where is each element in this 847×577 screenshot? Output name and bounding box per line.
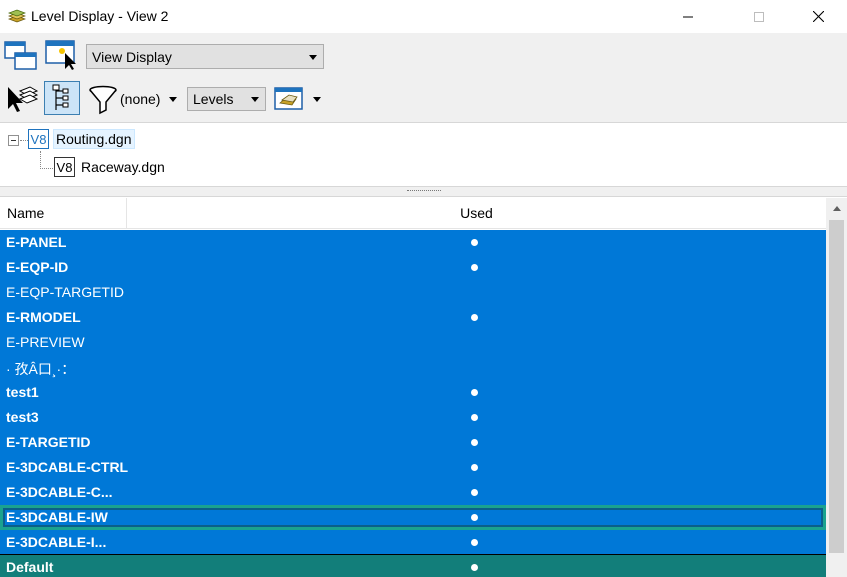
vertical-scrollbar[interactable] <box>826 198 847 577</box>
tree-node-label: Routing.dgn <box>53 129 135 149</box>
level-row[interactable]: test3 <box>0 405 826 430</box>
toolbar: View Display (none) Levels <box>0 33 847 123</box>
filter-dropdown-chevron-icon[interactable] <box>169 97 177 102</box>
file-tree: V8 Routing.dgn V8 Raceway.dgn <box>0 124 847 186</box>
column-header-used-label: Used <box>460 205 493 221</box>
level-name: E-3DCABLE-IW <box>6 509 108 525</box>
used-indicator <box>471 239 478 246</box>
collapse-toggle[interactable] <box>8 135 19 146</box>
level-row[interactable]: E-EQP-TARGETID <box>0 280 826 305</box>
tree-node-raceway[interactable]: V8 Raceway.dgn <box>54 157 167 177</box>
level-name: E-TARGETID <box>6 434 91 450</box>
pane-splitter[interactable] <box>0 186 847 197</box>
level-row-highlighted[interactable]: E-3DCABLE-IW <box>0 505 826 530</box>
used-indicator <box>471 539 478 546</box>
level-manager-icon[interactable] <box>274 86 304 112</box>
minimize-icon <box>683 16 693 17</box>
level-manager-dropdown-chevron-icon[interactable] <box>313 97 321 102</box>
level-name: · 孜Â口¸·： <box>6 361 76 377</box>
scroll-up-arrow-icon[interactable] <box>826 198 847 219</box>
column-header-name[interactable]: Name <box>0 198 127 228</box>
chevron-down-icon <box>309 54 317 60</box>
v8-file-icon: V8 <box>54 157 75 177</box>
used-indicator <box>471 464 478 471</box>
level-name: E-3DCABLE-I... <box>6 534 107 550</box>
column-header-name-label: Name <box>7 205 45 221</box>
used-indicator <box>471 314 478 321</box>
view-display-value: View Display <box>92 48 172 65</box>
view-groups-icon[interactable] <box>4 41 38 71</box>
view-display-dropdown[interactable]: View Display <box>86 44 324 69</box>
v8-file-icon: V8 <box>28 129 49 149</box>
splitter-grip-icon <box>406 190 441 193</box>
tree-hierarchy-icon <box>52 84 69 110</box>
level-row[interactable]: E-TARGETID <box>0 430 826 455</box>
title-bar: Level Display - View 2 <box>0 0 847 33</box>
used-indicator <box>471 564 478 571</box>
tree-connector <box>40 151 41 169</box>
filter-funnel-icon[interactable] <box>88 85 118 115</box>
close-button[interactable] <box>795 0 841 33</box>
chevron-down-icon <box>251 97 259 102</box>
level-row[interactable]: · 孜Â口¸·： <box>0 355 826 380</box>
level-name: E-EQP-ID <box>6 259 69 275</box>
window-title: Level Display - View 2 <box>31 8 169 24</box>
level-name: test3 <box>6 409 39 425</box>
tree-connector <box>40 168 53 169</box>
level-name: E-3DCABLE-CTRL <box>6 459 129 475</box>
tree-connector <box>20 140 28 141</box>
level-name: Default <box>6 559 54 575</box>
level-name: E-EQP-TARGETID <box>6 284 124 300</box>
levels-app-icon <box>8 9 26 23</box>
list-header: Name Used <box>0 198 826 229</box>
levels-dropdown[interactable]: Levels <box>187 87 266 111</box>
used-indicator <box>471 264 478 271</box>
level-row[interactable]: E-RMODEL <box>0 305 826 330</box>
close-icon <box>812 11 824 22</box>
level-name: E-RMODEL <box>6 309 81 325</box>
level-row[interactable]: E-3DCABLE-I... <box>0 530 826 555</box>
level-name: E-PREVIEW <box>6 334 85 350</box>
select-levels-icon[interactable] <box>6 83 38 113</box>
filter-value[interactable]: (none) <box>120 91 160 107</box>
tree-node-label: Raceway.dgn <box>81 159 165 175</box>
used-indicator <box>471 389 478 396</box>
minimize-button[interactable] <box>665 0 711 33</box>
level-row[interactable]: test1 <box>0 380 826 405</box>
used-indicator <box>471 414 478 421</box>
level-row[interactable]: E-EQP-ID <box>0 255 826 280</box>
column-header-used[interactable]: Used <box>127 198 826 228</box>
used-indicator <box>471 439 478 446</box>
level-row-default[interactable]: Default <box>0 555 826 577</box>
tree-node-routing[interactable]: V8 Routing.dgn <box>28 129 135 149</box>
levels-value: Levels <box>193 91 234 107</box>
used-indicator <box>471 514 478 521</box>
level-name: test1 <box>6 384 39 400</box>
level-row[interactable]: E-PREVIEW <box>0 330 826 355</box>
level-name: E-3DCABLE-C... <box>6 484 113 500</box>
level-row[interactable]: E-3DCABLE-C... <box>0 480 826 505</box>
tree-view-toggle-button[interactable] <box>44 81 80 115</box>
maximize-button[interactable] <box>736 0 782 33</box>
level-name: E-PANEL <box>6 234 67 250</box>
level-row[interactable]: E-PANEL <box>0 230 826 255</box>
maximize-icon <box>754 11 764 22</box>
used-indicator <box>471 489 478 496</box>
level-row[interactable]: E-3DCABLE-CTRL <box>0 455 826 480</box>
select-view-icon[interactable] <box>45 39 79 71</box>
scrollbar-thumb[interactable] <box>829 220 844 553</box>
level-list: E-PANEL E-EQP-ID E-EQP-TARGETID E-RMODEL… <box>0 230 826 577</box>
